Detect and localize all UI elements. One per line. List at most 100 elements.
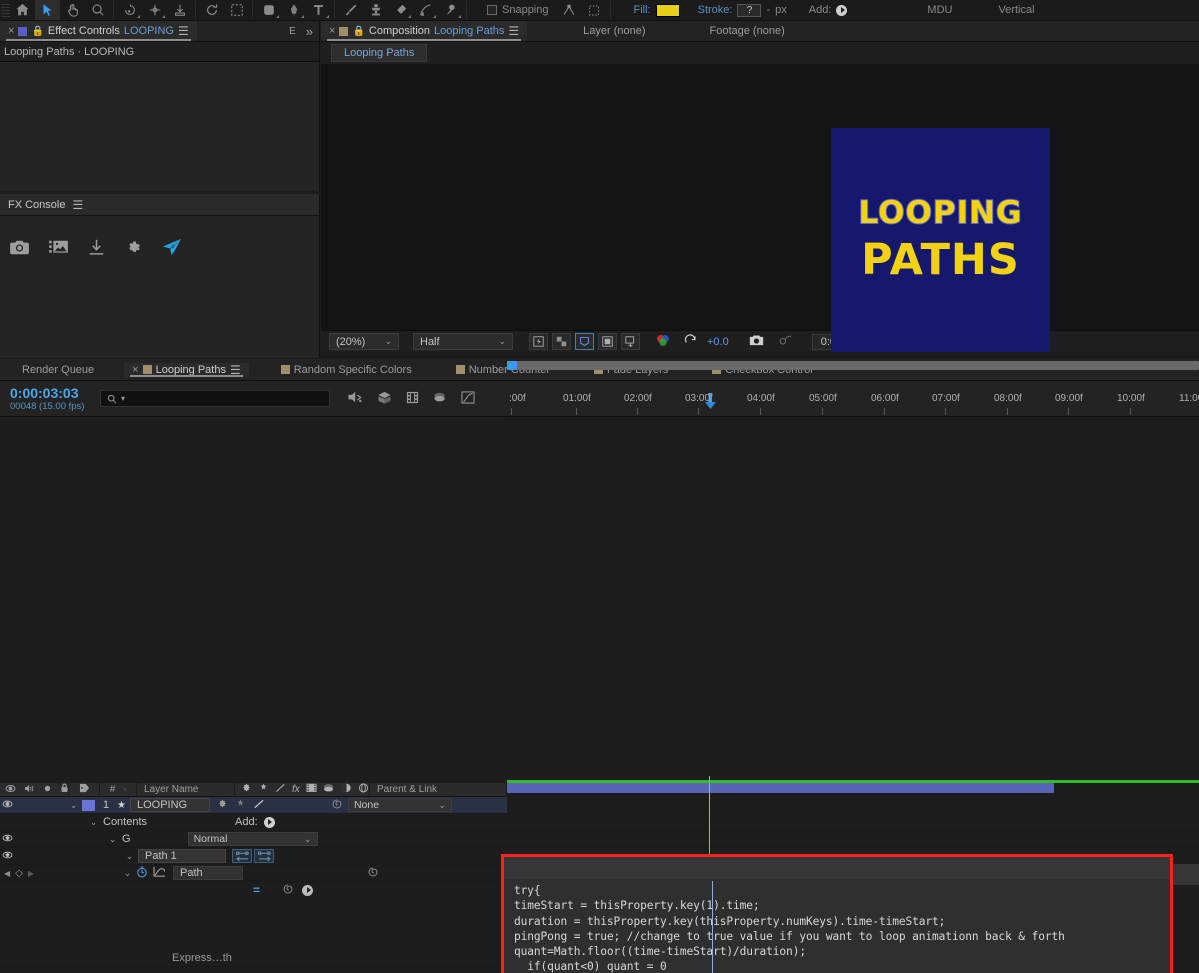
track-row[interactable] bbox=[507, 814, 1199, 831]
ruler-ticks[interactable]: :00f 01:00f 02:00f 03:00f 04:00f 05:00f … bbox=[507, 393, 1199, 417]
expand-chevron[interactable]: ⌄ bbox=[122, 868, 133, 879]
snap-vertex-icon[interactable] bbox=[557, 0, 582, 20]
live-update-icon[interactable] bbox=[348, 391, 363, 407]
magnification-select[interactable]: (20%) ⌄ bbox=[329, 333, 399, 350]
reset-exposure-icon[interactable] bbox=[684, 333, 697, 350]
next-keyframe-icon[interactable]: ▶ bbox=[28, 869, 34, 878]
timeline-ruler[interactable]: :00f 01:00f 02:00f 03:00f 04:00f 05:00f … bbox=[507, 359, 1199, 417]
snapshot-toggle-icon[interactable] bbox=[621, 333, 640, 350]
row-path-group-1[interactable]: ⌄ Path 1 bbox=[0, 848, 507, 865]
paper-plane-icon[interactable] bbox=[162, 238, 182, 259]
quality-switch-icon[interactable] bbox=[253, 799, 265, 812]
toggle-mask-icon[interactable] bbox=[598, 333, 617, 350]
stroke-color-swatch[interactable]: ? bbox=[737, 3, 762, 17]
add-menu-icon[interactable] bbox=[263, 816, 275, 828]
panel-menu-icon[interactable]: ☰ bbox=[508, 24, 519, 38]
playhead-handle[interactable] bbox=[704, 393, 716, 415]
marquee-icon[interactable] bbox=[224, 0, 249, 20]
clone-stamp-tool[interactable] bbox=[363, 0, 388, 20]
stroke-width-value[interactable]: - bbox=[766, 4, 770, 16]
transparency-grid-icon[interactable] bbox=[552, 333, 571, 350]
visibility-toggle[interactable] bbox=[0, 851, 15, 861]
eraser-tool[interactable] bbox=[388, 0, 413, 20]
keyframe-navigator[interactable]: ◀ ◇ ▶ bbox=[0, 868, 44, 879]
type-tool[interactable] bbox=[306, 0, 331, 20]
add-keyframe-icon[interactable]: ◇ bbox=[15, 868, 23, 879]
shy-switch-icon[interactable] bbox=[217, 799, 228, 812]
panel-menu-icon[interactable]: ☰ bbox=[178, 24, 189, 38]
fill-color-swatch[interactable] bbox=[655, 3, 680, 17]
zoom-tool[interactable] bbox=[85, 0, 110, 20]
row-label[interactable]: Path 1 bbox=[138, 849, 226, 863]
graph-editor-icon[interactable] bbox=[461, 390, 475, 407]
expression-code[interactable]: try{ timeStart = thisProperty.key(1).tim… bbox=[514, 883, 1166, 973]
expression-enable-icon[interactable]: = bbox=[253, 883, 260, 897]
layer-label-color[interactable] bbox=[82, 799, 95, 811]
expand-chevron[interactable]: ⌄ bbox=[107, 834, 118, 845]
lock-icon[interactable]: 🔒 bbox=[31, 26, 43, 37]
overflow-tab-hint[interactable]: E bbox=[289, 26, 296, 37]
lock-icon[interactable]: 🔒 bbox=[352, 26, 364, 37]
row-group-g[interactable]: ⌄ G Normal ⌄ bbox=[0, 831, 507, 848]
visibility-toggle[interactable] bbox=[0, 834, 15, 844]
rotation-tool[interactable] bbox=[117, 0, 142, 20]
refresh-icon[interactable] bbox=[199, 0, 224, 20]
column-layer-name-label[interactable]: Layer Name bbox=[144, 784, 198, 795]
fill-label[interactable]: Fill: bbox=[634, 4, 651, 16]
roto-brush-tool[interactable] bbox=[413, 0, 438, 20]
selection-tool[interactable] bbox=[35, 0, 60, 20]
tab-layer[interactable]: Layer (none) bbox=[575, 21, 653, 41]
more-tabs-icon[interactable]: » bbox=[306, 24, 313, 39]
tab-render-queue[interactable]: Render Queue bbox=[14, 364, 102, 376]
motion-blur-icon[interactable] bbox=[433, 391, 447, 407]
time-zoom-knob[interactable] bbox=[507, 361, 517, 370]
column-parent-link-label[interactable]: Parent & Link bbox=[377, 784, 437, 795]
draft-3d-icon[interactable] bbox=[377, 391, 392, 407]
tab-looping-paths[interactable]: × Looping Paths ☰ bbox=[124, 362, 249, 377]
composition-viewer[interactable]: LOOPING PATHS bbox=[321, 64, 1199, 352]
parent-pickwhip-icon[interactable] bbox=[331, 798, 343, 813]
tab-random-specific-colors[interactable]: Random Specific Colors bbox=[273, 364, 420, 376]
expression-language-menu-icon[interactable] bbox=[302, 884, 314, 896]
show-snapshot-icon[interactable] bbox=[778, 334, 792, 349]
home-icon[interactable] bbox=[10, 0, 35, 20]
toolbar-grip[interactable] bbox=[1, 1, 10, 19]
layer-outline-list[interactable]: ⌄ 1 ★ LOOPING None ⌄ ⌄ Contents Add: ⌄ G… bbox=[0, 797, 507, 973]
take-snapshot-icon[interactable] bbox=[749, 334, 764, 350]
resolution-select[interactable]: Half ⌄ bbox=[413, 333, 513, 350]
unified-camera-tool[interactable] bbox=[142, 0, 167, 20]
expand-layer-chevron[interactable]: ⌄ bbox=[68, 800, 79, 811]
expression-pickwhip-icon[interactable] bbox=[282, 883, 294, 898]
puppet-pin-tool[interactable] bbox=[438, 0, 463, 20]
expand-chevron[interactable]: ⌄ bbox=[88, 817, 99, 828]
breadcrumb[interactable]: Looping Paths bbox=[331, 44, 428, 62]
blend-mode-select[interactable]: Normal ⌄ bbox=[187, 832, 318, 846]
pen-tool[interactable] bbox=[281, 0, 306, 20]
search-input[interactable]: ▾ bbox=[100, 390, 330, 407]
parent-link-select[interactable]: None ⌄ bbox=[347, 798, 452, 812]
stopwatch-icon[interactable] bbox=[136, 866, 148, 881]
exposure-value[interactable]: +0.0 bbox=[707, 336, 729, 348]
row-path-property-1[interactable]: ◀ ◇ ▶ ⌄ Path bbox=[0, 865, 507, 882]
image-icon[interactable] bbox=[49, 239, 68, 259]
layer-row-looping[interactable]: ⌄ 1 ★ LOOPING None ⌄ bbox=[0, 797, 507, 814]
camera-icon[interactable] bbox=[10, 239, 29, 259]
add-menu-icon[interactable] bbox=[836, 4, 848, 16]
close-icon[interactable]: × bbox=[329, 25, 335, 37]
snap-bounds-icon[interactable] bbox=[582, 0, 607, 20]
row-label[interactable]: Path bbox=[173, 866, 243, 880]
path-direction-cw-button[interactable] bbox=[254, 849, 274, 863]
panel-menu-icon[interactable]: ☰ bbox=[230, 363, 241, 377]
current-time-block[interactable]: 0:00:03:03 00048 (15.00 fps) bbox=[0, 385, 100, 412]
track-row[interactable] bbox=[507, 831, 1199, 848]
brush-tool[interactable] bbox=[338, 0, 363, 20]
time-zoom-track[interactable] bbox=[507, 361, 1199, 370]
workspace-mdu[interactable]: MDU bbox=[927, 4, 952, 16]
expression-pickwhip-icon[interactable] bbox=[367, 866, 379, 881]
download-icon[interactable] bbox=[88, 239, 105, 259]
track-row[interactable] bbox=[507, 797, 1199, 814]
gear-icon[interactable] bbox=[125, 239, 142, 259]
tab-effect-controls[interactable]: × 🔒 Effect Controls LOOPING ☰ bbox=[0, 21, 197, 41]
layer-name[interactable]: LOOPING bbox=[129, 798, 210, 812]
frame-blending-icon[interactable] bbox=[406, 391, 419, 407]
